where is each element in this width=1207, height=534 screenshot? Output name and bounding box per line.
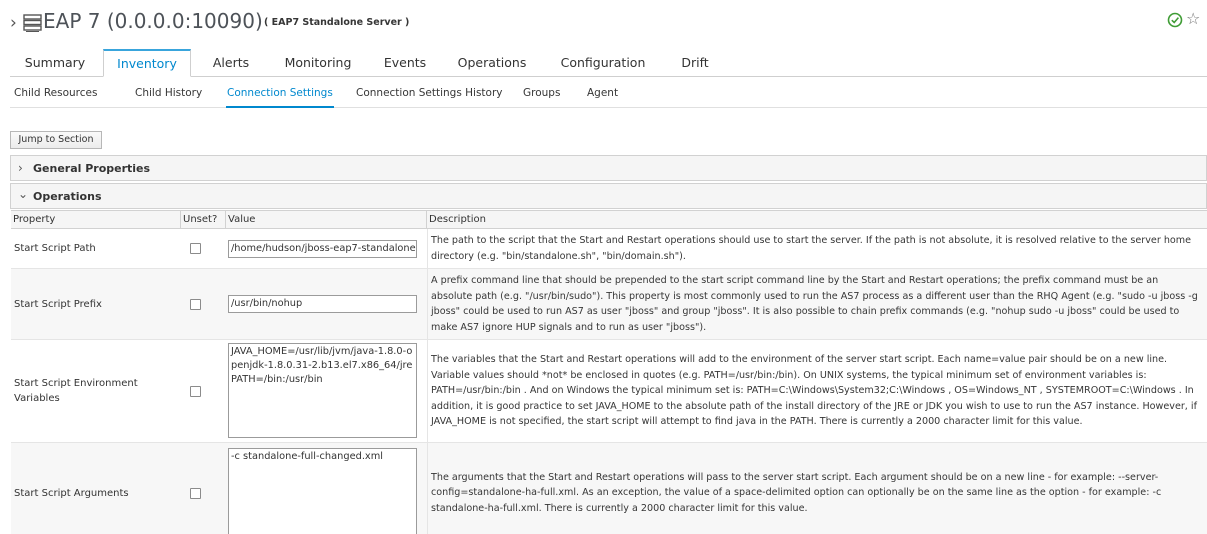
resource-type-label: ( EAP7 Standalone Server ) [264,17,410,28]
start-script-path-input[interactable]: /home/hudson/jboss-eap7-standalone [228,240,417,258]
tab-alerts[interactable]: Alerts [196,49,266,77]
column-header-property[interactable]: Property [11,211,181,229]
start-script-arguments-textarea[interactable]: -c standalone-full-changed.xml [228,448,417,534]
property-description: The path to the script that the Start an… [427,229,1207,268]
table-row: Start Script Environment Variables JAVA_… [11,340,1207,443]
tab-monitoring[interactable]: Monitoring [273,49,363,77]
table-row: Start Script Arguments -c standalone-ful… [11,443,1207,534]
subtab-groups[interactable]: Groups [523,87,560,99]
resource-header: › EAP 7 (0.0.0.0:10090) ( EAP7 Standalon… [0,0,1207,44]
tab-configuration[interactable]: Configuration [548,49,658,77]
subtab-child-resources[interactable]: Child Resources [14,87,97,99]
tab-events[interactable]: Events [370,49,440,77]
star-outline-icon[interactable]: ☆ [1186,10,1200,28]
tab-operations[interactable]: Operations [447,49,537,77]
section-title-operations: Operations [33,190,102,203]
sub-tabs: Child Resources Child History Connection… [10,78,1207,108]
property-description: The variables that the Start and Restart… [427,340,1207,442]
page-title: EAP 7 (0.0.0.0:10090) [43,9,263,33]
unset-checkbox[interactable] [190,488,201,499]
property-name: Start Script Prefix [14,298,102,310]
subtab-child-history[interactable]: Child History [135,87,202,99]
start-script-prefix-input[interactable]: /usr/bin/nohup [228,295,417,313]
table-row: Start Script Path /home/hudson/jboss-eap… [11,229,1207,269]
unset-checkbox[interactable] [190,386,201,397]
start-script-environment-variables-textarea[interactable]: JAVA_HOME=/usr/lib/jvm/java-1.8.0-openjd… [228,343,417,438]
subtab-connection-settings-history[interactable]: Connection Settings History [356,87,503,99]
main-tabs: Summary Inventory Alerts Monitoring Even… [10,49,1207,77]
operations-section[interactable]: ⌄ Operations [10,183,1207,209]
general-properties-section[interactable]: › General Properties [10,155,1207,181]
tab-inventory[interactable]: Inventory [103,49,191,77]
unset-checkbox[interactable] [190,299,201,310]
chevron-right-icon: › [18,161,23,175]
subtab-agent[interactable]: Agent [587,87,618,99]
server-icon [23,14,42,32]
table-row: Start Script Prefix /usr/bin/nohup A pre… [11,269,1207,340]
column-header-unset[interactable]: Unset? [181,211,226,229]
column-header-description[interactable]: Description [427,211,1207,229]
column-header-value[interactable]: Value [226,211,427,229]
property-description: A prefix command line that should be pre… [427,269,1207,339]
tab-drift[interactable]: Drift [665,49,725,77]
property-name: Start Script Arguments [14,487,129,499]
section-title-general: General Properties [33,162,151,175]
property-description: The arguments that the Start and Restart… [427,443,1207,534]
jump-to-section-button[interactable]: Jump to Section [10,131,102,149]
tab-summary[interactable]: Summary [10,49,100,77]
check-circle-icon [1167,12,1183,28]
unset-checkbox[interactable] [190,243,201,254]
subtab-connection-settings[interactable]: Connection Settings [226,87,334,108]
property-name: Start Script Path [14,243,96,254]
grid-header: Property Unset? Value Description [11,210,1207,229]
chevron-right-icon[interactable]: › [10,13,17,33]
chevron-down-icon: ⌄ [18,187,29,201]
property-name: Start Script Environment Variables [14,378,138,404]
